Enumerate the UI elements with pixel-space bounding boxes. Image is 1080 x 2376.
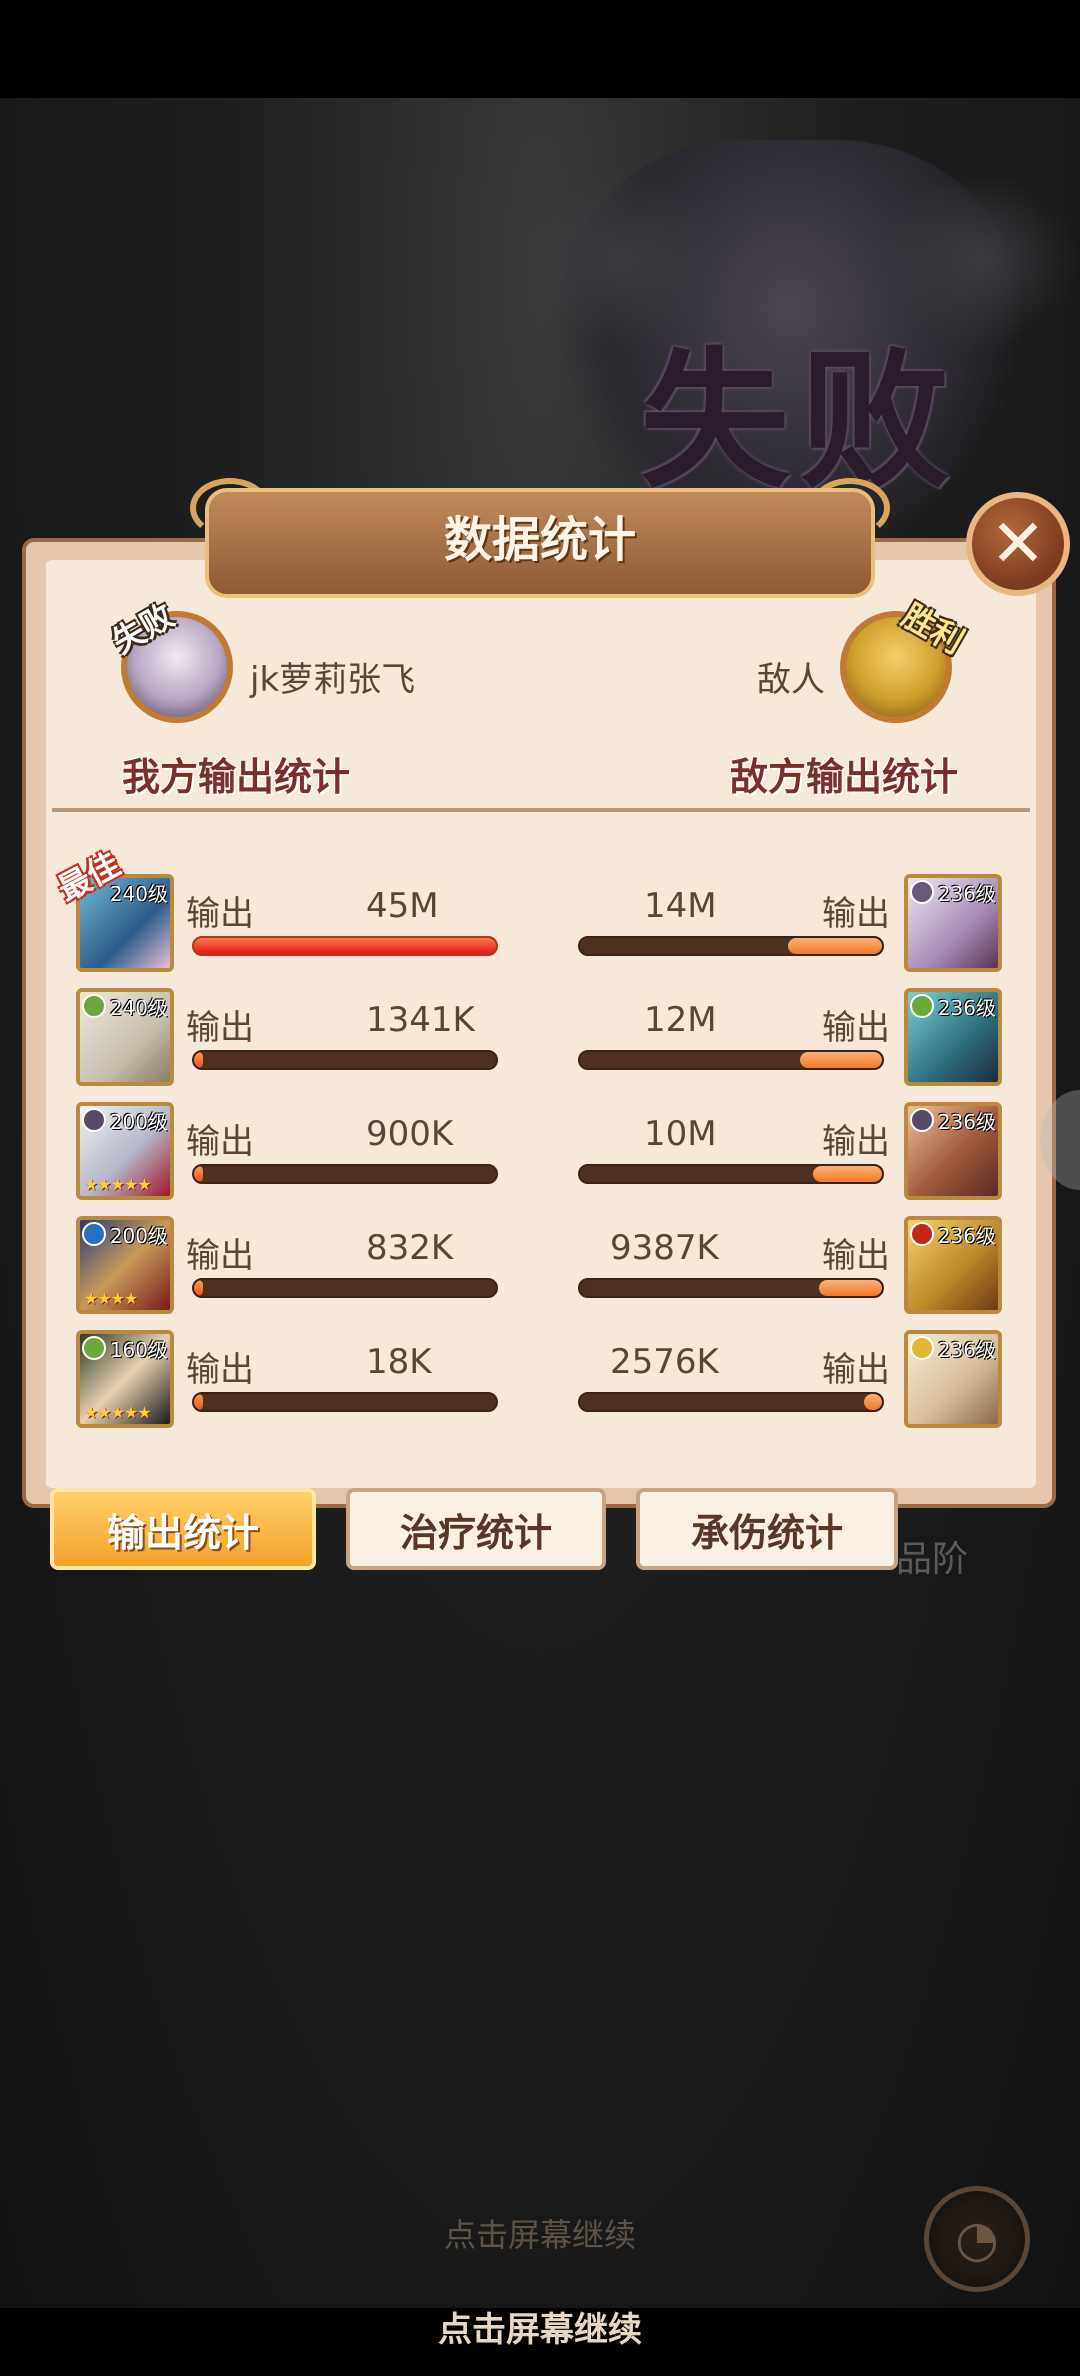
my-hero-4[interactable]: 200级 ★★★★ [76, 1216, 174, 1314]
pie-chart-icon: ◔ [955, 2210, 999, 2268]
pie-chart-button[interactable]: ◔ [924, 2186, 1030, 2292]
enemy-hero-3[interactable]: 236级 [904, 1102, 1002, 1200]
my-output-bar [192, 1164, 498, 1184]
my-output-value: 832K [366, 1228, 454, 1268]
tab-output-stats[interactable]: 输出统计 [50, 1488, 316, 1570]
output-label: 输出 [822, 1008, 890, 1048]
enemy-output-value: 12M [644, 1000, 717, 1040]
output-label: 输出 [822, 894, 890, 934]
enemy-output-bar [578, 1278, 884, 1298]
bar-fill [812, 1166, 882, 1182]
output-label: 输出 [822, 1122, 890, 1162]
element-icon [910, 1336, 934, 1360]
hero-stars: ★★★★★ [84, 1403, 152, 1422]
my-output-bar [192, 936, 498, 956]
enemy-output-bar [578, 1392, 884, 1412]
tab-healing-stats[interactable]: 治疗统计 [346, 1488, 606, 1570]
enemy-hero-4[interactable]: 236级 [904, 1216, 1002, 1314]
bar-fill [818, 1280, 882, 1296]
bar-fill [800, 1052, 882, 1068]
my-output-label: 我方输出统计 [122, 755, 351, 799]
my-output-value: 1341K [366, 1000, 475, 1040]
continue-hint[interactable]: 点击屏幕继续 [0, 2302, 1080, 2351]
close-button[interactable]: ✕ [966, 492, 1070, 596]
hero-level: 200级 [109, 1110, 168, 1134]
bar-fill [788, 938, 882, 954]
tab-damage-taken-stats[interactable]: 承伤统计 [636, 1488, 898, 1570]
output-label: 输出 [186, 1236, 254, 1276]
my-output-value: 900K [366, 1114, 454, 1154]
enemy-output-value: 2576K [610, 1342, 719, 1382]
divider [52, 808, 1030, 812]
element-icon [910, 994, 934, 1018]
top-bar [0, 0, 1080, 98]
hero-level: 160级 [109, 1338, 168, 1362]
bar-fill [194, 1052, 204, 1068]
enemy-output-value: 14M [644, 886, 717, 926]
enemy-output-value: 10M [644, 1114, 717, 1154]
bar-fill [194, 1280, 204, 1296]
output-label: 输出 [186, 894, 254, 934]
enemy-output-label: 敌方输出统计 [730, 755, 959, 799]
enemy-hero-2[interactable]: 236级 [904, 988, 1002, 1086]
hero-level: 236级 [937, 1224, 996, 1248]
element-icon [82, 1108, 106, 1132]
hero-stars: ★★★★★ [84, 1175, 152, 1194]
element-icon [82, 994, 106, 1018]
my-output-bar [192, 1050, 498, 1070]
my-output-value: 18K [366, 1342, 432, 1382]
my-hero-3[interactable]: 200级 ★★★★★ [76, 1102, 174, 1200]
close-icon: ✕ [990, 505, 1046, 582]
output-label: 输出 [822, 1236, 890, 1276]
hero-level: 236级 [937, 1338, 996, 1362]
element-icon [910, 880, 934, 904]
my-output-value: 45M [366, 886, 439, 926]
panel-title: 数据统计 [443, 512, 636, 568]
output-label: 输出 [186, 1008, 254, 1048]
my-player-name: jk萝莉张飞 [250, 660, 416, 700]
hero-level: 236级 [937, 882, 996, 906]
output-label: 输出 [186, 1350, 254, 1390]
hero-level: 236级 [937, 996, 996, 1020]
element-icon [82, 1222, 106, 1246]
bar-fill [863, 1394, 882, 1410]
bar-fill [194, 938, 496, 954]
result-title: 失败 [639, 333, 960, 509]
hero-level: 240级 [109, 996, 168, 1020]
my-output-bar [192, 1392, 498, 1412]
enemy-output-value: 9387K [610, 1228, 719, 1268]
enemy-output-bar [578, 1050, 884, 1070]
element-icon [910, 1108, 934, 1132]
output-label: 输出 [822, 1350, 890, 1390]
hero-level: 236级 [937, 1110, 996, 1134]
enemy-output-bar [578, 936, 884, 956]
enemy-output-bar [578, 1164, 884, 1184]
enemy-player-name: 敌人 [757, 660, 825, 700]
bar-fill [194, 1166, 204, 1182]
hero-stars: ★★★★ [84, 1289, 138, 1308]
element-icon [910, 1222, 934, 1246]
enemy-hero-5[interactable]: 236级 [904, 1330, 1002, 1428]
my-output-bar [192, 1278, 498, 1298]
hero-level: 200级 [109, 1224, 168, 1248]
element-icon [82, 1336, 106, 1360]
output-label: 输出 [186, 1122, 254, 1162]
my-hero-2[interactable]: 240级 [76, 988, 174, 1086]
my-hero-5[interactable]: 160级 ★★★★★ [76, 1330, 174, 1428]
bar-fill [194, 1394, 204, 1410]
enemy-hero-1[interactable]: 236级 [904, 874, 1002, 972]
continue-hint-faded: 点击屏幕继续 [443, 2216, 636, 2254]
background-quality-text: 品阶 [896, 1539, 969, 1580]
